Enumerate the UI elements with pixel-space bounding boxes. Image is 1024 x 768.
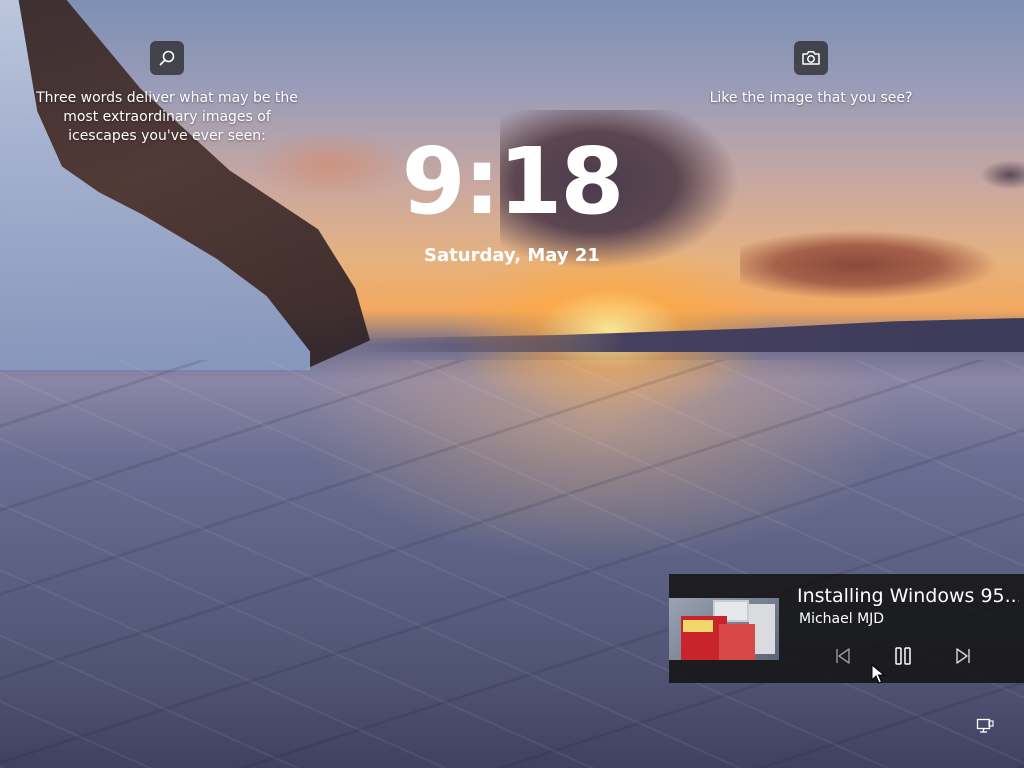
mouse-cursor: [871, 664, 885, 684]
lockscreen-date: Saturday, May 21: [424, 245, 600, 266]
spotlight-description[interactable]: Three words deliver what may be the most…: [36, 89, 298, 146]
spotlight-search-button[interactable]: [150, 41, 184, 75]
next-track-button[interactable]: [950, 645, 976, 667]
previous-track-button[interactable]: [830, 645, 856, 667]
network-status-button[interactable]: [976, 718, 994, 738]
media-title: Installing Windows 95...: [797, 585, 1019, 607]
ice-shards-foreground: [0, 360, 1024, 768]
pause-button[interactable]: [890, 645, 916, 667]
spotlight-like-prompt[interactable]: Like the image that you see?: [700, 89, 922, 108]
cloud-decoration: [980, 160, 1024, 190]
network-icon: [976, 718, 994, 733]
next-track-icon: [956, 648, 970, 664]
media-artist: Michael MJD: [799, 611, 885, 627]
search-icon: [159, 50, 175, 66]
spotlight-like-button[interactable]: [794, 41, 828, 75]
pause-icon: [895, 647, 911, 665]
cloud-decoration: [740, 230, 1000, 300]
previous-track-icon: [836, 648, 850, 664]
camera-icon: [802, 51, 820, 65]
media-controls-panel: Installing Windows 95... Michael MJD: [669, 574, 1024, 683]
media-thumbnail: [669, 598, 779, 660]
lockscreen-clock: 9:18: [401, 128, 625, 235]
